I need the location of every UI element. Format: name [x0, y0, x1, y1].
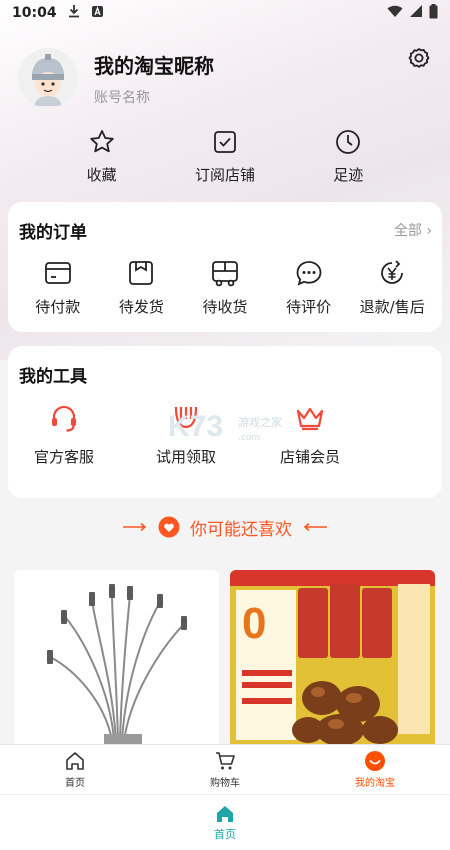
- status-bar: 10:04: [0, 0, 450, 26]
- battery-icon: [429, 3, 438, 23]
- product-image-clip-holder: [14, 570, 219, 748]
- order-pending-receipt[interactable]: 待收货: [185, 258, 265, 317]
- tool-trial-claim-label: 试用领取: [155, 448, 216, 466]
- order-refund-aftersale[interactable]: 退款/售后: [352, 258, 432, 317]
- quick-history-label: 足迹: [333, 166, 364, 184]
- quick-subscribed-shops-label: 订阅店铺: [194, 166, 255, 184]
- wifi-icon: [387, 4, 403, 22]
- profile-header: 我的淘宝昵称 账号名称: [18, 46, 432, 110]
- orders-title: 我的订单: [19, 223, 87, 243]
- product-card[interactable]: 0: [230, 570, 435, 748]
- status-time: 10:04: [12, 5, 57, 21]
- tab-home-label: 首页: [65, 778, 85, 789]
- tab-home[interactable]: 首页: [0, 745, 150, 794]
- order-pending-payment[interactable]: 待付款: [18, 258, 98, 317]
- tab-cart[interactable]: 购物车: [150, 745, 300, 794]
- watermark-logo: K73 游戏之家 .com: [168, 410, 282, 443]
- svg-text:游戏之家: 游戏之家: [238, 415, 282, 429]
- orders-view-all-label: 全部: [393, 223, 422, 239]
- account-name: 账号名称: [94, 89, 150, 106]
- chevron-right-icon: ›: [426, 223, 432, 239]
- tools-title: 我的工具: [19, 367, 87, 387]
- signal-icon: [409, 4, 423, 22]
- quick-favorites[interactable]: 收藏: [57, 128, 147, 188]
- package-icon: [129, 261, 154, 285]
- quick-subscribed-shops[interactable]: 订阅店铺: [180, 128, 270, 188]
- tab-cart-label: 购物车: [210, 778, 240, 789]
- headset-icon: [52, 405, 76, 432]
- tool-shop-membership-label: 店铺会员: [279, 448, 340, 466]
- orders-view-all[interactable]: 全部 ›: [394, 220, 432, 240]
- truck-icon: [212, 261, 238, 287]
- wallet-icon: [44, 262, 71, 284]
- quick-favorites-label: 收藏: [86, 166, 117, 184]
- svg-text:K73: K73: [168, 410, 223, 443]
- product-image-chestnuts: 0: [230, 570, 435, 748]
- tab-my-taobao-label: 我的淘宝: [355, 778, 395, 789]
- arrow-left-decor-icon: [303, 522, 327, 532]
- order-pending-receipt-label: 待收货: [202, 298, 248, 316]
- heart-icon: [158, 516, 180, 538]
- arrow-right-decor-icon: [123, 522, 147, 532]
- tab-my-taobao[interactable]: 我的淘宝: [300, 745, 450, 794]
- check-square-icon: [214, 131, 236, 153]
- tab-bar: 首页 购物车 我的淘宝: [0, 744, 450, 794]
- chat-icon: [296, 261, 321, 286]
- quick-history[interactable]: 足迹: [303, 128, 393, 188]
- order-pending-review[interactable]: 待评价: [269, 258, 349, 317]
- home-filled-icon: [217, 805, 233, 822]
- order-pending-shipment-label: 待发货: [118, 298, 164, 316]
- svg-text:.com: .com: [238, 433, 260, 443]
- settings-gear-icon[interactable]: [406, 46, 432, 72]
- recommend-header: 你可能还喜欢: [0, 512, 450, 542]
- avatar[interactable]: [18, 48, 78, 108]
- tools-card: 我的工具 官方客服 试用领取 店铺会员 K73 游戏之家 .com: [8, 346, 442, 498]
- svg-text:0: 0: [242, 599, 266, 648]
- order-pending-shipment[interactable]: 待发货: [101, 258, 181, 317]
- star-icon: [89, 130, 114, 153]
- refund-icon: [381, 260, 404, 284]
- quick-links: 收藏 订阅店铺 足迹: [0, 128, 450, 188]
- order-refund-aftersale-label: 退款/售后: [359, 298, 425, 316]
- bottom-nav-home-label: 首页: [214, 827, 236, 841]
- clock-icon: [336, 130, 361, 154]
- product-card[interactable]: [14, 570, 219, 748]
- cart-icon: [216, 752, 235, 770]
- tool-customer-service-label: 官方客服: [33, 448, 94, 466]
- orders-card: 我的订单 全部 › 待付款 待发货 待收货 待评价 退款/售后: [8, 202, 442, 332]
- bottom-nav-home[interactable]: 首页: [0, 794, 450, 850]
- notification-a-icon: [91, 5, 104, 22]
- taobao-face-icon: [365, 751, 385, 771]
- home-icon: [66, 752, 84, 770]
- nickname[interactable]: 我的淘宝昵称: [94, 50, 214, 79]
- order-pending-payment-label: 待付款: [35, 298, 81, 316]
- crown-icon: [296, 407, 324, 431]
- tool-customer-service[interactable]: 官方客服: [14, 402, 114, 467]
- recommend-title: 你可能还喜欢: [190, 519, 292, 540]
- order-pending-review-label: 待评价: [286, 298, 332, 316]
- download-icon: [67, 4, 81, 22]
